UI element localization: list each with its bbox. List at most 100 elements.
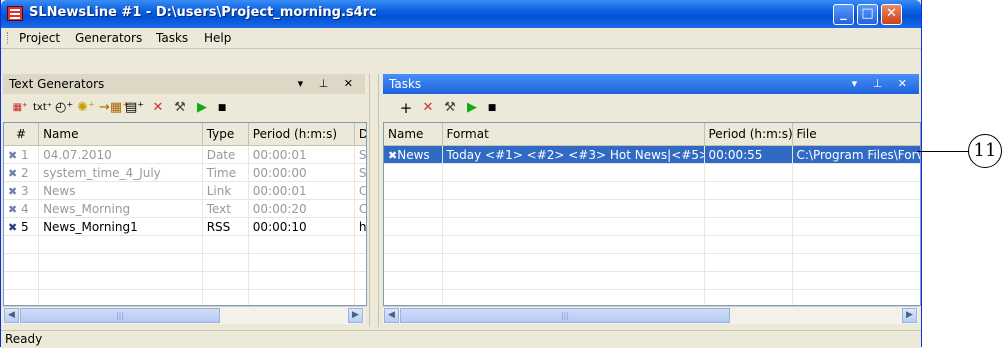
tasks-hscroll[interactable]: ◀ ||| ▶ (383, 306, 919, 324)
play-icon[interactable]: ▶ (463, 99, 481, 117)
scroll-thumb[interactable]: ||| (400, 308, 730, 323)
table-row[interactable]: ✖ 3 News Link 00:00:01 C:\Docu (4, 181, 366, 200)
tasks-title: Tasks (389, 77, 422, 91)
scroll-thumb[interactable]: ||| (20, 308, 220, 323)
generators-table: # Name Type Period (h:m:s) Data So ✖ 1 0… (3, 122, 367, 306)
row-num: 3 (21, 183, 29, 198)
row-data: System (354, 145, 366, 164)
row-data: C:\Docu (354, 181, 366, 200)
app-window: SLNewsLine #1 - D:\users\Project_morning… (0, 0, 922, 348)
table-row[interactable]: ✖ 1 04.07.2010 Date 00:00:01 System (4, 145, 366, 164)
delete-icon[interactable]: ✕ (419, 99, 437, 117)
panel-splitter[interactable] (369, 74, 379, 327)
row-num: 1 (21, 147, 29, 162)
generators-toolbar: ▦⁺ txt⁺ ◴⁺ ✺⁺ →▦⁺ ▤⁺ ✕ ⚒ ▶ ■ (3, 96, 365, 120)
row-num: 4 (21, 201, 29, 216)
col-type[interactable]: Type (202, 123, 249, 146)
col-period[interactable]: Period (h:m:s) (704, 123, 793, 146)
play-icon[interactable]: ▶ (193, 99, 211, 117)
txt-add-icon[interactable]: txt⁺ (33, 99, 52, 117)
row-type: Date (202, 145, 249, 164)
menu-generators[interactable]: Generators (75, 31, 142, 45)
menu-tasks[interactable]: Tasks (156, 31, 188, 45)
window-title: SLNewsLine #1 - D:\users\Project_morning… (29, 5, 377, 20)
tasks-toolbar: + ✕ ⚒ ▶ ■ (383, 96, 919, 120)
scroll-right-button[interactable]: ▶ (902, 308, 917, 323)
row-type: Text (202, 199, 249, 218)
title-bar[interactable]: SLNewsLine #1 - D:\users\Project_morning… (1, 0, 921, 28)
scroll-left-button[interactable]: ◀ (384, 308, 399, 323)
delete-icon[interactable]: ✕ (149, 99, 167, 117)
maximize-button[interactable]: □ (857, 4, 878, 25)
row-name: News_Morning1 (38, 217, 203, 236)
col-name[interactable]: Name (38, 123, 203, 146)
status-text: Ready (5, 332, 43, 346)
menu-grip-icon (7, 32, 10, 44)
status-bar: Ready (1, 330, 921, 348)
properties-icon[interactable]: ⚒ (441, 99, 459, 117)
row-period: 00:00:55 (704, 145, 793, 164)
panel-controls[interactable]: ▾ ⊥ ✕ (298, 74, 359, 94)
row-data: http://w (354, 217, 366, 236)
menu-project[interactable]: Project (19, 31, 60, 45)
text-generators-title: Text Generators (9, 77, 105, 91)
row-name: 04.07.2010 (38, 145, 203, 164)
scroll-right-button[interactable]: ▶ (348, 308, 363, 323)
link-add-icon[interactable]: →▦⁺ (99, 99, 129, 117)
row-file: C:\Program Files\Forv (792, 145, 920, 164)
generator-icon: ✖ (8, 148, 18, 162)
row-name: News (38, 181, 203, 200)
row-name: News (397, 147, 430, 162)
callout-leader-line (917, 151, 970, 152)
rss-add-icon[interactable]: ▦⁺ (11, 99, 29, 117)
panel-controls[interactable]: ▾ ⊥ ✕ (852, 74, 913, 94)
row-period: 00:00:10 (248, 217, 355, 236)
col-name[interactable]: Name (384, 123, 443, 146)
row-num: 5 (21, 219, 29, 234)
menu-help[interactable]: Help (204, 31, 231, 45)
callout-marker: 11 (968, 134, 1002, 168)
col-period[interactable]: Period (h:m:s) (248, 123, 355, 146)
scroll-left-button[interactable]: ◀ (4, 308, 19, 323)
row-period: 00:00:01 (248, 181, 355, 200)
row-type: Link (202, 181, 249, 200)
add-icon[interactable]: + (397, 99, 415, 117)
table-row[interactable]: ✖News Today <#1> <#2> <#3> Hot News|<#5>… (384, 145, 920, 164)
app-icon (7, 6, 23, 21)
generator-icon: ✖ (8, 184, 18, 198)
row-data: System (354, 163, 366, 182)
text-add-icon[interactable]: ▤⁺ (125, 99, 144, 117)
row-num: 2 (21, 165, 29, 180)
stop-icon[interactable]: ■ (213, 99, 231, 117)
time-add-icon[interactable]: ◴⁺ (55, 99, 73, 117)
text-generators-header: Text Generators ▾ ⊥ ✕ (3, 74, 365, 94)
row-period: 00:00:20 (248, 199, 355, 218)
row-period: 00:00:01 (248, 145, 355, 164)
row-period: 00:00:00 (248, 163, 355, 182)
col-num[interactable]: # (4, 123, 40, 146)
row-name: system_time_4_July (38, 163, 203, 182)
col-file[interactable]: File (792, 123, 920, 146)
col-format[interactable]: Format (442, 123, 705, 146)
col-data-source[interactable]: Data So (354, 123, 366, 146)
row-type: RSS (202, 217, 249, 236)
stop-icon[interactable]: ■ (483, 99, 501, 117)
row-data: C:\Docu (354, 199, 366, 218)
table-row[interactable]: ✖ 2 system_time_4_July Time 00:00:00 Sys… (4, 163, 366, 182)
tasks-header: Tasks ▾ ⊥ ✕ (383, 74, 919, 94)
generator-icon: ✖ (8, 202, 18, 216)
close-button[interactable]: ✕ (881, 4, 902, 25)
generators-hscroll[interactable]: ◀ ||| ▶ (3, 306, 365, 324)
date-add-icon[interactable]: ✺⁺ (77, 99, 95, 117)
task-icon: ✖ (388, 148, 398, 162)
row-name: News_Morning (38, 199, 203, 218)
generator-icon: ✖ (8, 166, 18, 180)
table-row[interactable]: ✖ 5 News_Morning1 RSS 00:00:10 http://w (4, 217, 366, 236)
table-row[interactable]: ✖ 4 News_Morning Text 00:00:20 C:\Docu (4, 199, 366, 218)
tasks-table: Name Format Period (h:m:s) File ✖News To… (383, 122, 921, 306)
menu-bar: Project Generators Tasks Help (1, 28, 921, 49)
row-format: Today <#1> <#2> <#3> Hot News|<#5>| (442, 145, 705, 164)
minimize-button[interactable]: _ (833, 4, 854, 25)
properties-icon[interactable]: ⚒ (171, 99, 189, 117)
row-type: Time (202, 163, 249, 182)
